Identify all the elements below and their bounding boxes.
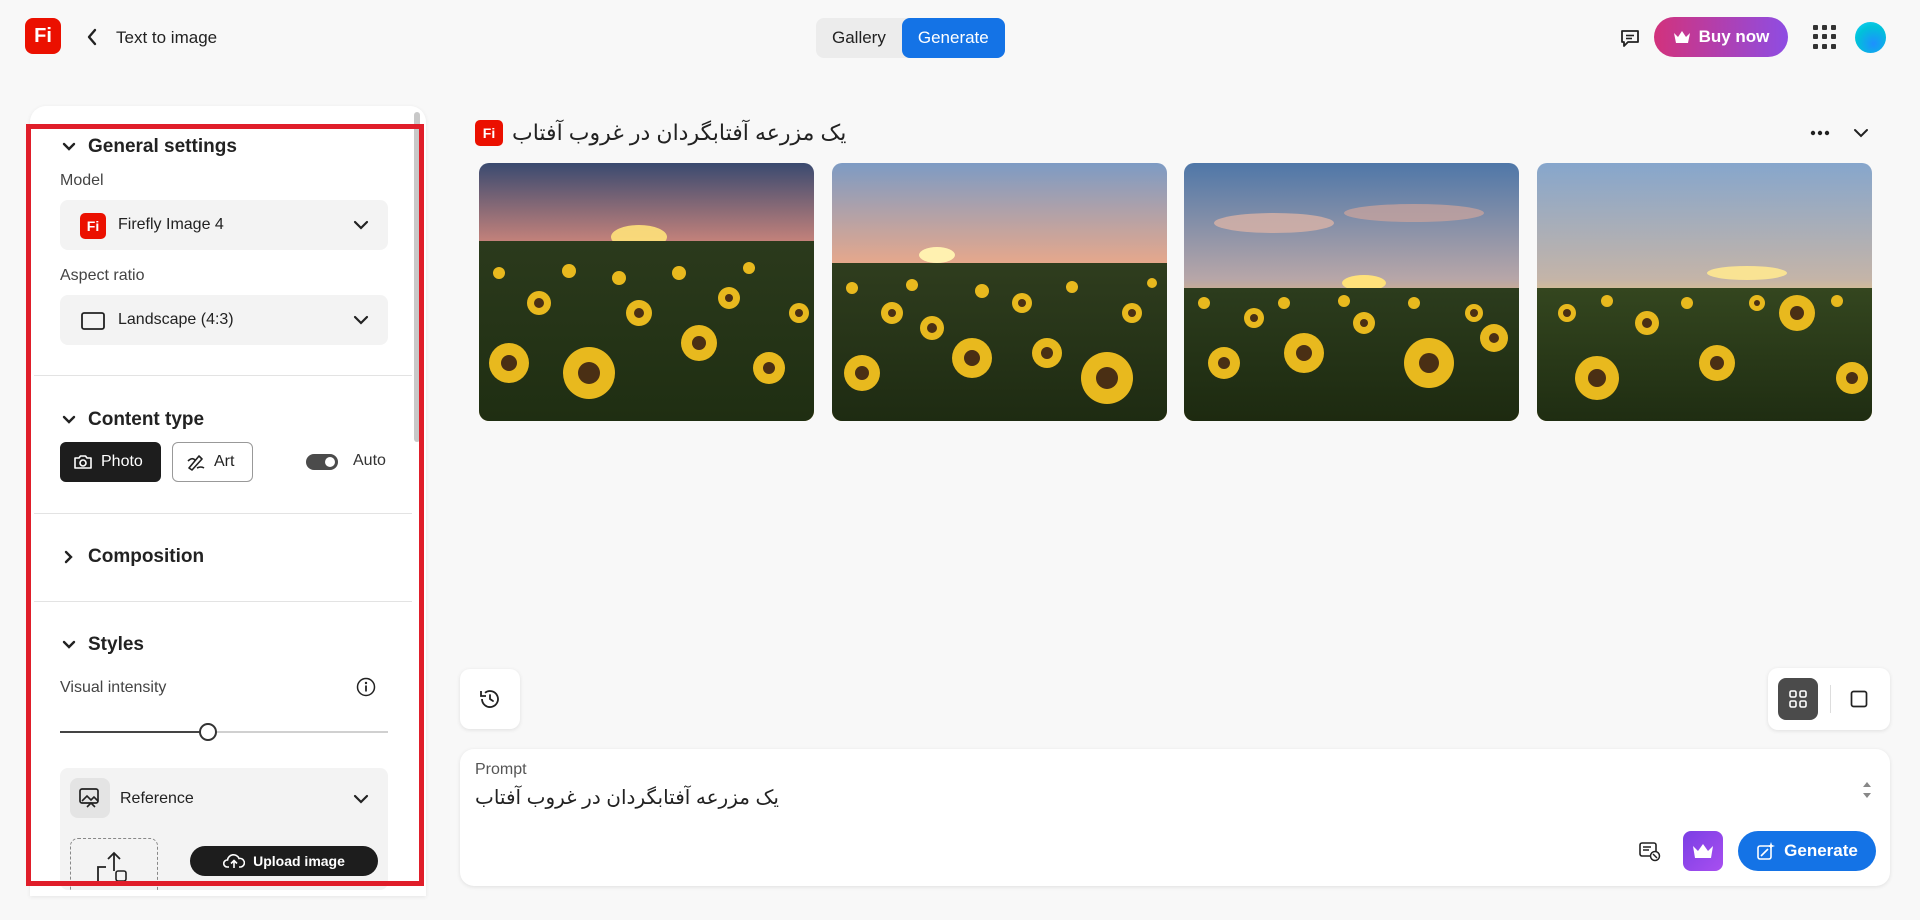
chevron-right-icon [60, 548, 78, 566]
brush-icon [187, 455, 205, 471]
visual-intensity-slider[interactable] [60, 731, 388, 733]
photo-label: Photo [101, 453, 143, 470]
divider [34, 513, 412, 514]
prompt-label: Prompt [475, 761, 527, 778]
crown-icon[interactable] [1683, 831, 1723, 871]
aspect-ratio-label: Aspect ratio [60, 267, 145, 284]
slider-fill [60, 731, 208, 733]
upload-cloud-icon [97, 851, 127, 883]
auto-toggle[interactable] [306, 454, 338, 470]
generate-button[interactable]: Generate [1738, 831, 1876, 871]
apps-grid-icon[interactable] [1813, 25, 1837, 49]
upload-cloud-icon [223, 854, 246, 868]
divider [34, 601, 412, 602]
single-view-icon[interactable] [1848, 688, 1870, 710]
aspect-ratio-select[interactable]: Landscape (4:3) [60, 295, 388, 345]
general-settings-title: General settings [88, 136, 237, 157]
firefly-badge: Fi [475, 120, 503, 146]
firefly-model-icon: Fi [80, 213, 106, 239]
visual-intensity-label: Visual intensity [60, 679, 167, 696]
crown-icon [1673, 31, 1690, 43]
prompt-input[interactable]: یک مزرعه آفتابگردان در غروب آفتاب [475, 785, 779, 810]
divider [34, 375, 412, 376]
chevron-down-icon [352, 311, 370, 329]
buy-now-button[interactable]: Buy now [1654, 17, 1788, 57]
slider-thumb[interactable] [198, 723, 217, 741]
info-icon[interactable] [356, 677, 376, 697]
chevron-down-icon [352, 216, 370, 234]
upload-image-button[interactable]: Upload image [190, 846, 378, 876]
camera-icon [74, 455, 92, 469]
styles-title: Styles [88, 634, 144, 655]
chevron-down-icon[interactable] [352, 790, 370, 808]
tab-generate[interactable]: Generate [901, 18, 1005, 58]
art-label: Art [214, 453, 235, 470]
model-select[interactable]: Fi Firefly Image 4 [60, 200, 388, 250]
generate-sparkle-icon [1757, 842, 1776, 860]
generated-image-2[interactable] [832, 163, 1167, 421]
upload-image-label: Upload image [253, 853, 345, 869]
prompt-resize-icon[interactable] [1861, 779, 1873, 801]
page-title: Text to image [116, 28, 218, 47]
reference-label[interactable]: Reference [120, 790, 194, 808]
art-content-button[interactable]: Art [172, 442, 253, 482]
mode-switch: Gallery Generate [816, 18, 1005, 58]
content-type-title: Content type [88, 409, 205, 430]
more-icon[interactable] [1809, 121, 1831, 145]
chevron-down-icon [60, 636, 78, 654]
buy-now-label: Buy now [1698, 27, 1770, 46]
divider [1830, 685, 1831, 713]
history-icon [480, 690, 499, 708]
aspect-ratio-value: Landscape (4:3) [118, 311, 234, 328]
top-bar: Fi Text to image Gallery Generate Buy no… [0, 0, 1920, 76]
avatar[interactable] [1855, 22, 1886, 53]
image-settings-icon[interactable] [1637, 839, 1663, 863]
upload-drop-zone[interactable] [70, 838, 158, 890]
general-settings-header[interactable]: General settings [60, 136, 237, 158]
grid-view-icon[interactable] [1778, 678, 1818, 720]
result-title: یک مزرعه آفتابگردان در غروب آفتاب [512, 120, 847, 145]
content-type-header[interactable]: Content type [60, 409, 204, 431]
chevron-down-icon [60, 138, 78, 156]
model-value: Firefly Image 4 [118, 216, 224, 233]
view-toggle [1768, 668, 1890, 730]
prompt-panel: Prompt یک مزرعه آفتابگردان در غروب آفتاب… [460, 749, 1890, 886]
composition-header[interactable]: Composition [60, 546, 204, 568]
auto-label: Auto [353, 452, 386, 469]
model-label: Model [60, 172, 104, 189]
reference-section: Reference Upload image [60, 768, 388, 890]
reference-image-icon [70, 778, 110, 818]
generated-image-1[interactable] [479, 163, 814, 421]
firefly-logo[interactable]: Fi [25, 18, 61, 54]
photo-content-button[interactable]: Photo [60, 442, 161, 482]
generated-image-3[interactable] [1184, 163, 1519, 421]
landscape-icon [80, 308, 106, 334]
styles-header[interactable]: Styles [60, 634, 144, 656]
tab-gallery[interactable]: Gallery [816, 18, 902, 58]
chat-icon[interactable] [1617, 25, 1643, 51]
composition-title: Composition [88, 546, 205, 567]
settings-scrollbar[interactable] [414, 112, 420, 442]
chevron-down-icon [60, 411, 78, 429]
back-chevron-icon[interactable] [82, 26, 102, 48]
generated-image-4[interactable] [1537, 163, 1872, 421]
chevron-down-icon[interactable] [1851, 122, 1871, 144]
generate-label: Generate [1784, 841, 1858, 860]
history-button[interactable] [460, 669, 520, 729]
